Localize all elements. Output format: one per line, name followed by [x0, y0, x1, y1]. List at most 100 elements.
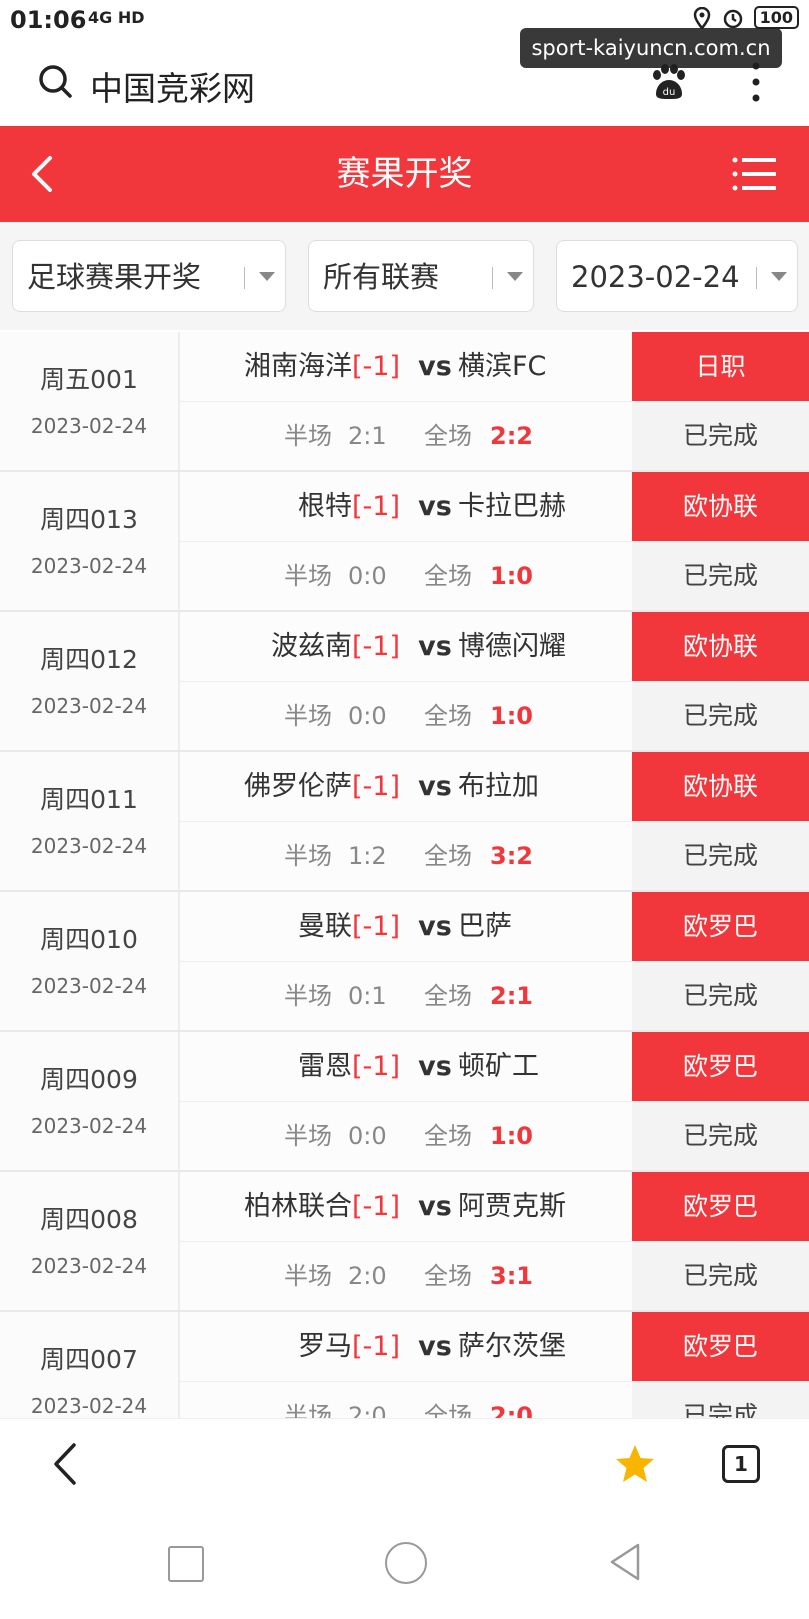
search-icon[interactable] [38, 64, 72, 98]
back-icon[interactable] [28, 154, 58, 194]
home-icon[interactable] [385, 1542, 427, 1584]
match-row[interactable]: 周四011 2023-02-24 佛罗伦萨[-1] vs 布拉加 半场 1:2 … [0, 752, 809, 892]
teams-line: 佛罗伦萨[-1] vs 布拉加 [180, 752, 632, 822]
vs-label: vs [418, 351, 452, 382]
match-detail: 波兹南[-1] vs 博德闪耀 半场 0:0 全场 1:0 [180, 612, 632, 750]
status-label: 已完成 [632, 681, 809, 750]
full-time-score: 1:0 [490, 562, 533, 590]
score-line: 半场 0:0 全场 1:0 [180, 542, 632, 610]
page-header: 赛果开奖 [0, 126, 809, 222]
home-team: 曼联[-1] [298, 911, 400, 942]
match-row[interactable]: 周四009 2023-02-24 雷恩[-1] vs 顿矿工 半场 0:0 全场… [0, 1032, 809, 1172]
half-time-label: 半场 [284, 562, 332, 590]
nav-back-icon[interactable] [608, 1542, 642, 1582]
match-number: 周四012 [40, 645, 138, 674]
league-select[interactable]: 所有联赛 [308, 240, 534, 312]
match-detail: 雷恩[-1] vs 顿矿工 半场 0:0 全场 1:0 [180, 1032, 632, 1170]
status-time: 01:06 [10, 6, 87, 34]
match-row[interactable]: 周四007 2023-02-24 罗马[-1] vs 萨尔茨堡 半场 2:0 全… [0, 1312, 809, 1418]
score-line: 半场 2:0 全场 3:1 [180, 1242, 632, 1310]
battery-indicator: 100 [753, 6, 799, 29]
teams-line: 根特[-1] vs 卡拉巴赫 [180, 472, 632, 542]
home-team: 雷恩[-1] [298, 1051, 400, 1082]
menu-icon[interactable] [732, 156, 776, 192]
league-badge: 欧协联 [632, 752, 809, 821]
match-row[interactable]: 周四008 2023-02-24 柏林联合[-1] vs 阿贾克斯 半场 2:0… [0, 1172, 809, 1312]
match-info: 周四008 2023-02-24 [0, 1172, 180, 1310]
sport-select-value: 足球赛果开奖 [27, 260, 202, 294]
league-badge: 欧罗巴 [632, 1312, 809, 1381]
match-row[interactable]: 周四013 2023-02-24 根特[-1] vs 卡拉巴赫 半场 0:0 全… [0, 472, 809, 612]
score-line: 半场 0:1 全场 2:1 [180, 962, 632, 1030]
league-badge: 欧协联 [632, 472, 809, 541]
half-time-label: 半场 [284, 842, 332, 870]
teams-line: 波兹南[-1] vs 博德闪耀 [180, 612, 632, 682]
match-info: 周五001 2023-02-24 [0, 332, 180, 470]
site-title[interactable]: 中国竞彩网 [90, 62, 255, 110]
tabs-icon[interactable]: 1 [722, 1445, 760, 1483]
match-info: 周四009 2023-02-24 [0, 1032, 180, 1170]
match-info: 周四013 2023-02-24 [0, 472, 180, 610]
match-row[interactable]: 周四012 2023-02-24 波兹南[-1] vs 博德闪耀 半场 0:0 … [0, 612, 809, 752]
away-team: 萨尔茨堡 [458, 1331, 566, 1362]
handicap: [-1] [352, 1331, 400, 1362]
match-date: 2023-02-24 [30, 694, 148, 718]
recent-apps-icon[interactable] [168, 1546, 204, 1582]
match-row[interactable]: 周四010 2023-02-24 曼联[-1] vs 巴萨 半场 0:1 全场 … [0, 892, 809, 1032]
league-select-value: 所有联赛 [323, 260, 440, 294]
away-team: 卡拉巴赫 [458, 491, 566, 522]
match-number: 周四011 [40, 785, 138, 814]
handicap: [-1] [352, 351, 400, 382]
star-icon[interactable] [614, 1443, 656, 1485]
match-date: 2023-02-24 [30, 1254, 148, 1278]
status-label: 已完成 [632, 1381, 809, 1418]
league-badge: 欧罗巴 [632, 1032, 809, 1101]
teams-line: 罗马[-1] vs 萨尔茨堡 [180, 1312, 632, 1382]
match-date: 2023-02-24 [30, 1114, 148, 1138]
browser-back-icon[interactable] [50, 1441, 80, 1487]
vs-label: vs [418, 911, 452, 942]
match-league-status: 欧罗巴 已完成 [632, 892, 809, 1030]
match-number: 周四013 [40, 505, 138, 534]
home-team: 柏林联合[-1] [244, 1191, 400, 1222]
full-time-label: 全场 [424, 562, 472, 590]
league-badge: 日职 [632, 332, 809, 401]
handicap: [-1] [352, 911, 400, 942]
match-date: 2023-02-24 [30, 1394, 148, 1418]
full-time-score: 3:1 [490, 1262, 533, 1290]
vs-label: vs [418, 491, 452, 522]
match-league-status: 欧协联 已完成 [632, 752, 809, 890]
date-select[interactable]: 2023-02-24 [556, 240, 798, 312]
match-date: 2023-02-24 [30, 414, 148, 438]
browser-bottom-bar: 1 [0, 1418, 809, 1511]
half-time-score: 2:0 [348, 1262, 387, 1290]
match-league-status: 欧协联 已完成 [632, 472, 809, 610]
score-line: 半场 0:0 全场 1:0 [180, 682, 632, 750]
full-time-label: 全场 [424, 422, 472, 450]
half-time-score: 2:1 [348, 422, 387, 450]
match-row[interactable]: 周五001 2023-02-24 湘南海洋[-1] vs 横滨FC 半场 2:1… [0, 332, 809, 472]
paw-icon[interactable]: du [648, 62, 688, 102]
filter-bar: 足球赛果开奖 所有联赛 2023-02-24 [0, 222, 809, 330]
location-icon [693, 6, 710, 29]
score-line: 半场 2:0 全场 2:0 [180, 1382, 632, 1418]
half-time-label: 半场 [284, 702, 332, 730]
match-list[interactable]: 周五001 2023-02-24 湘南海洋[-1] vs 横滨FC 半场 2:1… [0, 332, 809, 1418]
home-team: 根特[-1] [298, 491, 400, 522]
half-time-score: 0:0 [348, 702, 387, 730]
away-team: 横滨FC [458, 351, 547, 382]
match-league-status: 欧罗巴 已完成 [632, 1172, 809, 1310]
chevron-down-icon [259, 272, 275, 281]
match-number: 周四007 [40, 1345, 138, 1374]
status-icons: 100 [692, 6, 799, 29]
network-indicator: 4G HD [88, 8, 145, 27]
sport-select[interactable]: 足球赛果开奖 [12, 240, 286, 312]
handicap: [-1] [352, 771, 400, 802]
alarm-icon [723, 9, 742, 28]
match-league-status: 欧罗巴 已完成 [632, 1312, 809, 1418]
home-team: 波兹南[-1] [271, 631, 400, 662]
handicap: [-1] [352, 1191, 400, 1222]
status-label: 已完成 [632, 961, 809, 1030]
match-number: 周四010 [40, 925, 138, 954]
match-info: 周四011 2023-02-24 [0, 752, 180, 890]
